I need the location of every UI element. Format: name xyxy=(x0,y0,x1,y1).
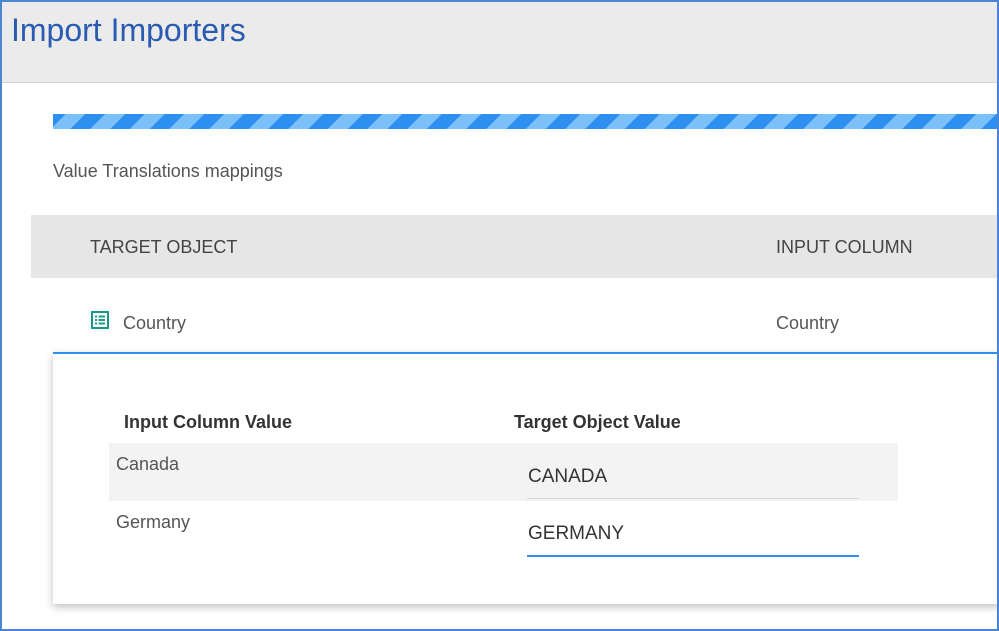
input-value-label: Canada xyxy=(116,454,180,474)
title-bar: Import Importers xyxy=(2,2,997,83)
progress-bar xyxy=(53,114,997,129)
target-value-field[interactable] xyxy=(527,455,859,499)
value-mapping-panel: Input Column Value Target Object Value C… xyxy=(53,352,997,604)
row-input-column: Country xyxy=(776,313,840,333)
mapping-row: Canada xyxy=(109,443,898,501)
app-window: Import Importers Value Translations mapp… xyxy=(0,0,999,631)
input-value-label: Germany xyxy=(116,512,191,532)
column-header-target-object[interactable]: TARGET OBJECT xyxy=(90,236,237,258)
table-header: TARGET OBJECT INPUT COLUMN xyxy=(31,215,997,278)
row-target-object: Country xyxy=(123,313,187,333)
list-icon xyxy=(91,311,109,329)
target-value-field[interactable] xyxy=(527,513,859,557)
column-header-input-column[interactable]: INPUT COLUMN xyxy=(776,236,913,258)
page-title: Import Importers xyxy=(11,12,246,48)
section-label: Value Translations mappings xyxy=(53,161,283,181)
header-input-column-value: Input Column Value xyxy=(124,412,293,432)
mapping-row: Germany xyxy=(109,501,898,559)
header-target-object-value: Target Object Value xyxy=(514,412,681,432)
table-row[interactable]: Country Country xyxy=(31,278,997,352)
